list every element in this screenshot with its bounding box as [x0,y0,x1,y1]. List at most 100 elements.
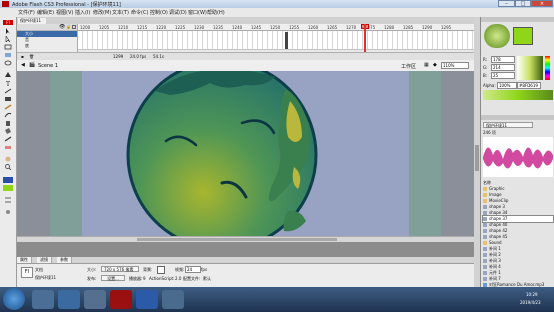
folder-icon [483,187,487,191]
size-button[interactable]: 720 x 576 像素 [101,266,139,272]
menu-file[interactable]: 文件(F) [18,9,35,16]
menu-modify[interactable]: 修改(M) [93,9,111,16]
document-tab-strip: 保护环境11 [17,17,474,24]
menu-control[interactable]: 控制(O) [150,9,168,16]
doc-name: 保护环境11 [35,275,57,280]
layer-row[interactable]: 底 [17,43,77,49]
zoom-tool-icon[interactable] [3,164,13,170]
gradient-preview[interactable] [483,90,553,100]
add-layer-icon[interactable]: ▪ [21,54,24,59]
keyframe-marker[interactable] [285,32,288,49]
close-button[interactable]: × [531,0,553,7]
lock-icon[interactable]: 🔒 [66,24,71,29]
start-button[interactable] [3,288,25,310]
frame-tick: 1285 [403,25,414,30]
menu-insert[interactable]: 插入(I) [75,9,90,16]
frame-rate-input[interactable] [185,266,201,273]
frame-row[interactable] [78,43,474,50]
blue-label: B: [483,73,488,78]
back-arrow-icon[interactable]: ◀ [21,62,25,68]
publish-settings-button[interactable]: 设置... [101,275,125,281]
color-swatch-preview [484,24,510,48]
red-input[interactable] [491,56,515,63]
fill-color-swatch[interactable] [3,185,13,191]
maximize-button[interactable]: □ [515,0,531,7]
playhead[interactable] [364,24,366,52]
frame-tick: 1225 [175,25,186,30]
taskbar-media-icon[interactable] [58,290,80,309]
graphic-symbol-icon [483,217,487,221]
minimize-button[interactable]: – [498,0,515,7]
menu-window[interactable]: 窗口(W) [188,9,207,16]
layer-name: 底 [25,43,29,48]
selection-tool-icon[interactable] [3,28,13,34]
subselection-tool-icon[interactable] [3,36,13,42]
snap-to-objects-icon[interactable] [3,209,13,215]
edit-scene-icon[interactable]: ▦ [424,62,429,68]
ink-bottle-tool-icon[interactable] [3,120,13,126]
background-label: 背景: [143,267,153,272]
frame-tick: 1205 [99,25,110,30]
hex-input[interactable] [517,82,541,89]
scrollbar-thumb[interactable] [137,238,337,241]
alpha-input[interactable] [497,82,517,89]
line-tool-icon[interactable] [3,88,13,94]
menu-commands[interactable]: 命令(C) [131,9,148,16]
workspace-menu[interactable]: 工作区 [401,63,416,70]
outline-icon[interactable] [72,25,76,29]
scene-name[interactable]: Scene 1 [38,63,58,69]
menu-text[interactable]: 文本(T) [112,9,129,16]
library-document-select[interactable]: 保护环境11 [483,122,533,128]
scrollbar-thumb[interactable] [475,145,479,171]
eye-icon[interactable]: 👁 [59,24,65,30]
workspace-gap [17,242,474,257]
frame-tick: 1280 [384,25,395,30]
profile-label: 配置文件: [183,276,201,281]
eyedropper-tool-icon[interactable] [3,136,13,142]
menu-help[interactable]: 帮助(H) [207,9,225,16]
free-transform-tool-icon[interactable] [3,44,13,50]
document-icon: Fl [21,267,33,278]
frame-tick: 1270 [346,25,357,30]
properties-panel: Fl 文档 保护环境11 大小: 720 x 576 像素 背景: 帧频: fp… [17,263,474,288]
fps-unit: fps [201,267,208,272]
lasso-tool-icon[interactable] [3,60,13,66]
hue-slider[interactable] [545,56,550,80]
frame-tick: 1290 [422,25,433,30]
taskbar-word-icon[interactable] [136,290,158,309]
delete-layer-icon[interactable]: 🗑 [29,54,34,59]
red-label: R: [483,57,488,62]
taskbar-app-icon[interactable] [162,290,184,309]
pen-tool-icon[interactable] [3,72,13,78]
taskbar-explorer-icon[interactable] [32,290,54,309]
frame-tick: 1245 [251,25,262,30]
menu-view[interactable]: 视图(V) [56,9,73,16]
swap-colors-icon[interactable] [3,197,13,203]
edit-symbol-icon[interactable]: ◆ [433,62,437,68]
frame-tick: 1210 [118,25,129,30]
paint-bucket-tool-icon[interactable] [3,128,13,134]
eraser-tool-icon[interactable] [3,144,13,150]
color-picker-field[interactable] [517,56,543,80]
brush-tool-icon[interactable] [3,112,13,118]
gradient-tool-icon[interactable] [3,52,13,58]
pencil-tool-icon[interactable] [3,104,13,110]
menu-edit[interactable]: 编辑(E) [37,9,54,16]
stroke-color-swatch[interactable] [3,177,13,183]
background-color-swatch[interactable] [157,266,165,274]
doc-type: 文档 [35,267,43,272]
alpha-label: Alpha: [483,83,496,88]
hand-tool-icon[interactable] [3,156,13,162]
stage[interactable] [50,71,441,236]
taskbar-folder-icon[interactable] [84,290,106,309]
taskbar-flash-icon[interactable] [110,290,132,309]
text-tool-icon[interactable]: T [3,80,13,86]
current-fill-swatch[interactable] [513,27,533,45]
green-input[interactable] [491,64,515,71]
graphic-symbol-icon [483,223,487,227]
menu-debug[interactable]: 调试(D) [169,9,187,16]
rectangle-tool-icon[interactable] [3,96,13,102]
sound-waveform-preview [483,147,553,169]
zoom-select[interactable] [441,62,469,69]
blue-input[interactable] [491,72,515,79]
